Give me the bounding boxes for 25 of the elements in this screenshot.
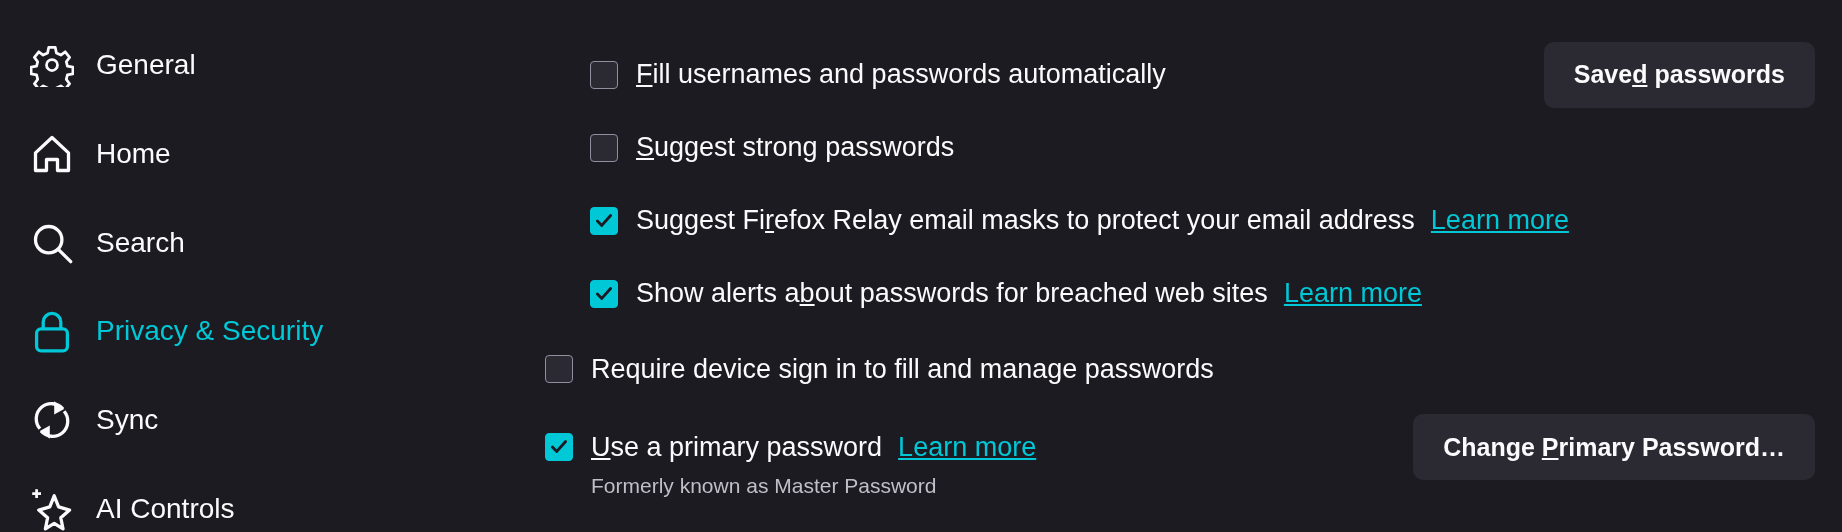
sparkle-icon bbox=[30, 487, 74, 532]
button[interactable]: Saved passwords bbox=[1543, 41, 1815, 108]
button[interactable]: Change Primary Password… bbox=[1413, 414, 1815, 480]
learn-more-link[interactable]: Learn more bbox=[898, 431, 1037, 463]
sidebar-item[interactable]: General bbox=[30, 42, 196, 88]
checkbox[interactable] bbox=[590, 133, 618, 162]
checkbox-label[interactable]: Suggest strong passwords bbox=[636, 132, 955, 163]
checkbox-label[interactable]: Suggest Firefox Relay email masks to protect your email address bbox=[636, 205, 1415, 236]
checkbox[interactable] bbox=[590, 60, 618, 89]
learn-more-link[interactable]: Learn more bbox=[1430, 205, 1569, 236]
checkbox[interactable] bbox=[590, 206, 618, 235]
checkbox-label[interactable]: Show alerts about passwords for breached web sites bbox=[636, 278, 1268, 309]
checkbox-label[interactable]: Fill usernames and passwords automatically bbox=[636, 59, 1166, 90]
checkbox-label[interactable]: Use a primary password bbox=[591, 431, 883, 463]
checkbox[interactable] bbox=[545, 355, 573, 383]
sidebar-item[interactable]: Home bbox=[30, 130, 171, 177]
checkbox-label[interactable]: Require device sign in to fill and manage passwords bbox=[591, 353, 1214, 385]
sidebar-item[interactable]: Privacy & Security bbox=[30, 308, 324, 355]
hint-text: Formerly known as Master Password bbox=[590, 474, 938, 498]
sidebar-item[interactable]: AI Controls bbox=[30, 486, 235, 532]
checkbox[interactable] bbox=[590, 279, 618, 308]
sidebar-item[interactable]: Search bbox=[30, 219, 185, 266]
sidebar-item[interactable]: Sync bbox=[30, 397, 159, 444]
learn-more-link[interactable]: Learn more bbox=[1283, 278, 1422, 309]
checkbox[interactable] bbox=[545, 433, 573, 461]
